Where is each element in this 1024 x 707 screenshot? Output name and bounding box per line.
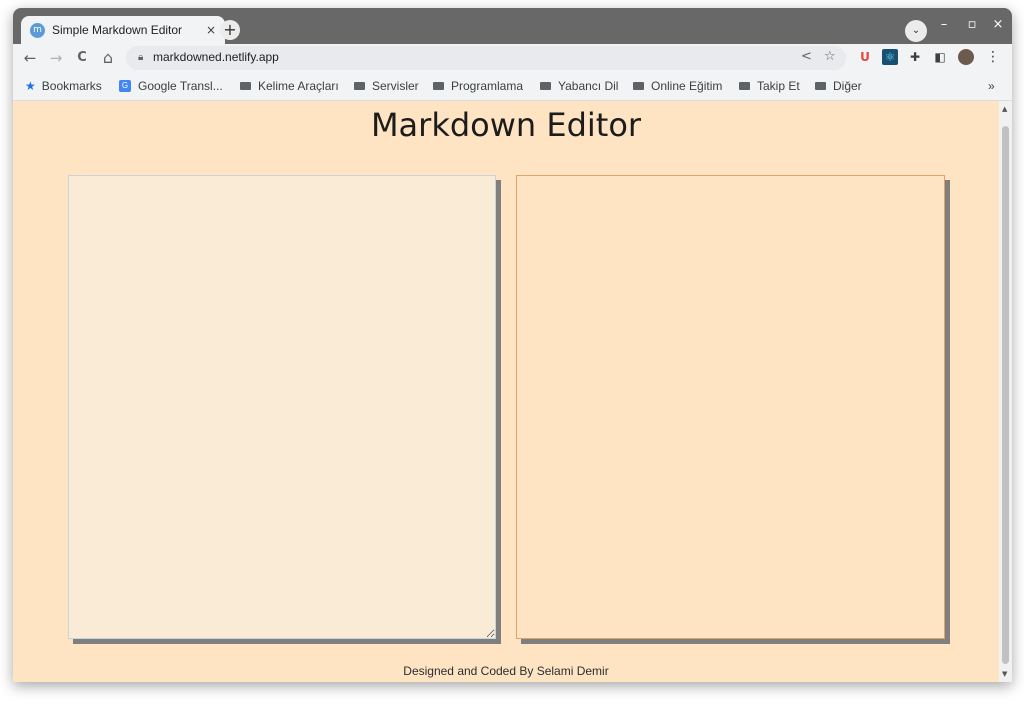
markdown-input[interactable]: [68, 175, 496, 639]
url-text: markdowned.netlify.app: [153, 50, 279, 64]
home-icon[interactable]: ⌂: [98, 48, 118, 68]
bookmark-star-icon[interactable]: ☆: [824, 49, 836, 64]
bookmark-item-diger[interactable]: Diğer: [815, 79, 862, 93]
folder-icon: [433, 82, 444, 90]
page-viewport: Markdown Editor Designed and Coded By Se…: [13, 101, 999, 682]
markdown-preview: [516, 175, 945, 639]
minimize-icon[interactable]: –: [936, 17, 952, 32]
bookmark-item-programlama[interactable]: Programlama: [433, 79, 523, 93]
tab-strip: m Simple Markdown Editor × + ⌄ – ▫ ×: [13, 8, 1012, 44]
folder-icon: [633, 82, 644, 90]
browser-toolbar: ← → C ⌂ 🔒︎ markdowned.netlify.app < ☆ U …: [13, 44, 1012, 72]
bookmark-label: Servisler: [372, 79, 419, 93]
folder-icon: [540, 82, 551, 90]
bookmark-item-yabanci-dil[interactable]: Yabancı Dil: [540, 79, 618, 93]
bookmark-label: Programlama: [451, 79, 524, 93]
bookmarks-bar: ★ Bookmarks G Google Transl... Kelime Ar…: [13, 72, 1012, 101]
bookmark-label: Kelime Araçları: [258, 79, 339, 93]
bookmark-label: Online Eğitim: [651, 79, 723, 93]
ublock-icon[interactable]: U: [857, 49, 873, 65]
tab-search-button[interactable]: ⌄: [905, 20, 927, 42]
folder-icon: [240, 82, 251, 90]
profile-avatar[interactable]: [958, 49, 974, 65]
react-devtools-icon[interactable]: ⚛: [882, 49, 898, 65]
scrollbar-thumb[interactable]: [1002, 126, 1009, 664]
address-bar[interactable]: 🔒︎ markdowned.netlify.app < ☆: [126, 46, 846, 70]
page-title: Markdown Editor: [370, 106, 642, 144]
scroll-down-icon[interactable]: ▼: [1002, 670, 1007, 678]
bookmark-item-kelime-araclari[interactable]: Kelime Araçları: [240, 79, 339, 93]
bookmark-label: Google Transl...: [138, 79, 223, 93]
new-tab-button[interactable]: +: [220, 20, 240, 40]
reload-icon[interactable]: C: [72, 48, 92, 68]
tab-title: Simple Markdown Editor: [52, 23, 183, 37]
share-icon[interactable]: <: [801, 49, 812, 64]
bookmarks-overflow-button[interactable]: »: [988, 79, 995, 93]
scroll-up-icon[interactable]: ▲: [1002, 105, 1007, 113]
bookmark-label: Bookmarks: [41, 79, 102, 93]
side-panel-icon[interactable]: ◧: [932, 49, 948, 65]
tab-close-icon[interactable]: ×: [206, 23, 216, 37]
folder-icon: [739, 82, 750, 90]
bookmark-item-bookmarks[interactable]: ★ Bookmarks: [25, 79, 102, 93]
bookmark-label: Takip Et: [757, 79, 800, 93]
menu-icon[interactable]: ⋮: [985, 49, 1001, 65]
translate-icon: G: [119, 80, 131, 92]
bookmark-label: Diğer: [833, 79, 862, 93]
active-tab[interactable]: m Simple Markdown Editor ×: [21, 16, 225, 44]
star-icon: ★: [25, 79, 36, 93]
bookmark-item-online-egitim[interactable]: Online Eğitim: [633, 79, 722, 93]
folder-icon: [354, 82, 365, 90]
lock-icon: 🔒︎: [138, 52, 144, 63]
forward-icon[interactable]: →: [46, 48, 66, 68]
browser-window: m Simple Markdown Editor × + ⌄ – ▫ × ← →…: [13, 8, 1012, 682]
bookmark-label: Yabancı Dil: [558, 79, 619, 93]
close-window-icon[interactable]: ×: [990, 17, 1006, 32]
bookmark-item-google-translate[interactable]: G Google Transl...: [119, 79, 223, 93]
bookmark-item-takip-et[interactable]: Takip Et: [739, 79, 800, 93]
vertical-scrollbar[interactable]: ▲ ▼: [999, 101, 1012, 682]
footer-credit: Designed and Coded By Selami Demir: [403, 664, 609, 678]
bookmark-item-servisler[interactable]: Servisler: [354, 79, 419, 93]
folder-icon: [815, 82, 826, 90]
maximize-icon[interactable]: ▫: [964, 17, 980, 32]
puzzle-extensions-icon[interactable]: ✚: [907, 49, 923, 65]
back-icon[interactable]: ←: [20, 48, 40, 68]
markdown-favicon-icon: m: [30, 22, 45, 38]
